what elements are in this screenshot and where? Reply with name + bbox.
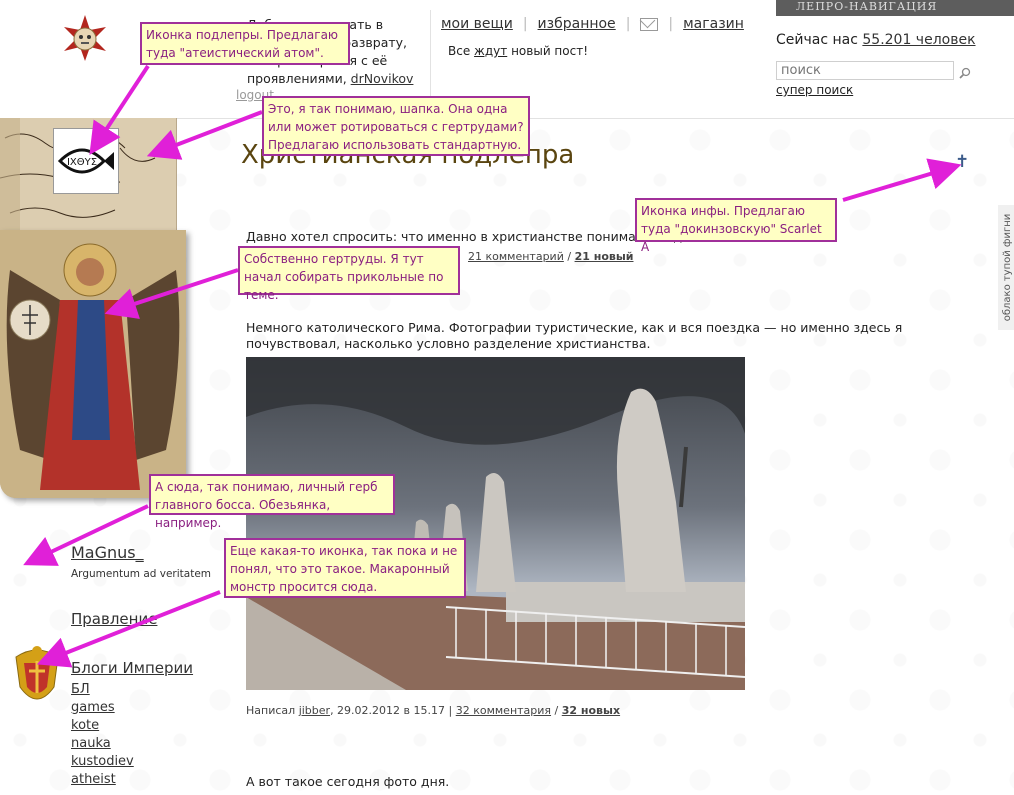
star-mask-icon	[64, 15, 106, 61]
blog-link[interactable]: games	[71, 699, 134, 717]
sublepra-owner-link[interactable]: MaGnus_	[71, 543, 144, 562]
blog-link[interactable]: nauka	[71, 735, 134, 753]
new-comments-link[interactable]: 32 новых	[562, 704, 620, 717]
new-comments-link[interactable]: 21 новый	[575, 250, 634, 263]
coat-of-arms-icon[interactable]	[12, 643, 62, 707]
gertruda-image	[0, 230, 186, 498]
blog-link[interactable]: atheist	[71, 771, 134, 789]
blog-link[interactable]: БЛ	[71, 681, 134, 699]
post-text: Немного католического Рима. Фотографии т…	[246, 320, 903, 351]
waiting-prefix: Все	[448, 44, 471, 58]
comments-link[interactable]: 32 комментария	[456, 704, 551, 717]
annotation-note: Собственно гертруды. Я тут начал собират…	[238, 246, 460, 302]
blog-list: БЛ games kote nauka kustodiev atheist	[71, 681, 134, 789]
nav-separator: |	[522, 16, 528, 32]
welcome-line: проявлениями,	[247, 71, 347, 86]
post-date: , 29.02.2012 в 15.17 |	[330, 704, 453, 717]
nav-favorites[interactable]: избранное	[538, 16, 616, 32]
post-photo[interactable]	[246, 357, 745, 690]
board-link[interactable]: Правление	[71, 610, 157, 628]
meta-separator: /	[554, 704, 559, 717]
post-meta: 21 комментарий / 21 новый	[468, 250, 634, 263]
post-text: Давно хотел спросить: что именно в христ…	[246, 229, 683, 244]
annotation-note: А сюда, так понимаю, личный герб главног…	[149, 474, 395, 530]
online-counter: Сейчас нас 55.201 человек	[776, 32, 976, 48]
post-meta: Написал jibber, 29.02.2012 в 15.17 | 32 …	[246, 704, 620, 717]
search-input[interactable]	[776, 61, 954, 80]
cloud-tab[interactable]: облако тупой фигни	[998, 205, 1014, 330]
nav-shop[interactable]: магазин	[683, 16, 744, 32]
online-prefix: Сейчас нас	[776, 32, 858, 48]
top-nav: мои вещи | избранное | | магазин	[441, 16, 744, 32]
empire-blogs-title[interactable]: Блоги Империи	[71, 659, 193, 677]
search-icon[interactable]	[959, 64, 971, 79]
author-link[interactable]: jibber	[299, 704, 330, 717]
waiting-message: Все ждут новый пост!	[448, 44, 588, 58]
nav-my-things[interactable]: мои вещи	[441, 16, 513, 32]
svg-text:ΙΧΘΥΣ: ΙΧΘΥΣ	[67, 157, 97, 168]
online-count-link[interactable]: 55.201 человек	[862, 32, 975, 48]
comments-link[interactable]: 21 комментарий	[468, 250, 564, 263]
post-text: А вот такое сегодня фото дня.	[246, 774, 450, 789]
blog-link[interactable]: kote	[71, 717, 134, 735]
blog-link[interactable]: kustodiev	[71, 753, 134, 771]
lepro-navigation-tab[interactable]: ЛЕПРО-НАВИГАЦИЯ	[776, 0, 1014, 16]
meta-separator: /	[567, 250, 572, 263]
annotation-note: Еще какая-то иконка, так пока и не понял…	[224, 538, 466, 598]
annotation-note: Иконка инфы. Предлагаю туда "докинзовску…	[635, 198, 837, 254]
waiting-link[interactable]: ждут	[474, 44, 507, 58]
nav-separator: |	[668, 16, 674, 32]
annotation-note: Иконка подлепры. Предлагаю туда "атеисти…	[140, 22, 350, 65]
waiting-suffix: новый пост!	[511, 44, 589, 58]
cloud-tab-label: облако тупой фигни	[1002, 213, 1013, 322]
leprosorium-logo[interactable]	[62, 15, 108, 61]
annotation-note: Это, я так понимаю, шапка. Она одна или …	[262, 96, 530, 156]
mail-icon[interactable]	[640, 17, 659, 31]
username-link[interactable]: drNovikov	[351, 71, 414, 86]
darwin-fish-icon[interactable]: ΙΧΘΥΣ	[53, 128, 119, 194]
super-search-link[interactable]: супер поиск	[776, 83, 853, 97]
written-by-label: Написал	[246, 704, 296, 717]
header-divider	[430, 10, 431, 105]
nav-separator: |	[625, 16, 631, 32]
owner-motto: Argumentum ad veritatem	[71, 568, 212, 580]
info-cross-icon[interactable]: ✝	[955, 152, 969, 172]
